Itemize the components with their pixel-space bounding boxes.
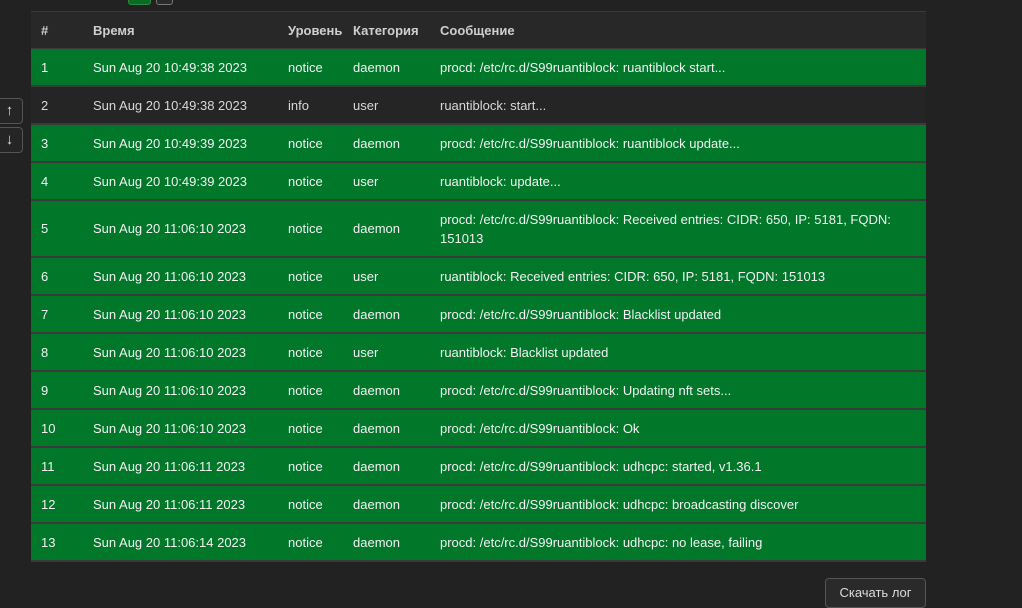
row-level: notice [288,344,323,360]
row-message: ruantiblock: Blacklist updated [440,344,609,360]
row-time: Sun Aug 20 11:06:10 2023 [93,382,247,398]
row-time: Sun Aug 20 10:49:38 2023 [93,59,247,75]
arrow-up-icon: ↑ [5,102,14,119]
table-header: # Время Уровень Категория Сообщение [31,12,926,49]
row-message: procd: /etc/rc.d/S99ruantiblock: udhcpc:… [440,496,799,512]
row-level: notice [288,135,323,151]
row-time: Sun Aug 20 11:06:10 2023 [93,306,247,322]
table-row: 4 Sun Aug 20 10:49:39 2023 notice user ruant… [31,163,926,201]
row-message: procd: /etc/rc.d/S99ruantiblock: Receive… [440,211,891,246]
row-category: user [353,173,379,189]
row-category: daemon [353,135,400,151]
row-level: notice [288,458,323,474]
row-message: procd: /etc/rc.d/S99ruantiblock: ruantib… [440,59,726,75]
row-time: Sun Aug 20 11:06:10 2023 [93,221,247,236]
row-level: notice [288,420,323,436]
table-row: 13 Sun Aug 20 11:06:14 2023 notice daemon pr… [31,524,926,562]
table-row: 3 Sun Aug 20 10:49:39 2023 notice daemon pro… [31,125,926,163]
row-level: notice [288,306,323,322]
filter-button[interactable] [156,0,173,5]
scroll-up-button[interactable]: ↑ [0,98,23,124]
row-number: 6 [41,268,49,284]
row-category: daemon [353,382,400,398]
row-number: 7 [41,306,49,322]
row-number: 5 [41,221,49,236]
row-message: procd: /etc/rc.d/S99ruantiblock: Ok [440,420,640,436]
row-number: 13 [41,534,56,550]
row-category: daemon [353,306,400,322]
row-category: user [353,344,379,360]
row-category: daemon [353,496,400,512]
table-row: 11 Sun Aug 20 11:06:11 2023 notice daemon pr… [31,448,926,486]
row-level: notice [288,268,323,284]
row-number: 12 [41,496,56,512]
row-time: Sun Aug 20 11:06:14 2023 [93,534,247,550]
row-level: notice [288,496,323,512]
arrow-down-icon: ↓ [5,131,14,148]
row-message: ruantiblock: Received entries: CIDR: 650… [440,268,826,284]
row-message: ruantiblock: update... [440,173,561,189]
table-row: 9 Sun Aug 20 11:06:10 2023 notice daemon pro… [31,372,926,410]
row-category: daemon [353,534,400,550]
table-row: 7 Sun Aug 20 11:06:10 2023 notice daemon pro… [31,296,926,334]
row-number: 1 [41,59,49,75]
row-category: daemon [353,458,400,474]
row-message: procd: /etc/rc.d/S99ruantiblock: Blackli… [440,306,722,322]
row-level: notice [288,173,323,189]
row-number: 11 [41,458,55,474]
filter-button-active[interactable] [128,0,151,5]
row-time: Sun Aug 20 11:06:11 2023 [93,496,246,512]
table-row: 10 Sun Aug 20 11:06:10 2023 notice daemon pr… [31,410,926,448]
row-time: Sun Aug 20 10:49:38 2023 [93,97,247,113]
row-level: notice [288,221,323,236]
header-category: Категория [353,22,419,38]
table-row: 5 Sun Aug 20 11:06:10 2023 notice daemon pro… [31,201,926,258]
row-time: Sun Aug 20 10:49:39 2023 [93,135,247,151]
row-time: Sun Aug 20 10:49:39 2023 [93,173,247,189]
row-category: user [353,268,379,284]
row-number: 4 [41,173,49,189]
row-level: notice [288,534,323,550]
row-number: 10 [41,420,56,436]
row-time: Sun Aug 20 11:06:11 2023 [93,458,246,474]
row-message: procd: /etc/rc.d/S99ruantiblock: udhcpc:… [440,458,762,474]
row-time: Sun Aug 20 11:06:10 2023 [93,268,247,284]
row-number: 8 [41,344,49,360]
row-number: 3 [41,135,49,151]
row-time: Sun Aug 20 11:06:10 2023 [93,420,247,436]
table-row: 6 Sun Aug 20 11:06:10 2023 notice user ruant… [31,258,926,296]
row-category: daemon [353,59,400,75]
row-level: notice [288,59,323,75]
table-row: 12 Sun Aug 20 11:06:11 2023 notice daemon pr… [31,486,926,524]
row-message: ruantiblock: start... [440,97,547,113]
table-row: 8 Sun Aug 20 11:06:10 2023 notice user ruant… [31,334,926,372]
header-time: Время [93,22,135,38]
header-number: # [41,22,49,38]
log-table: # Время Уровень Категория Сообщение 1 Sun… [31,11,926,562]
row-category: daemon [353,420,400,436]
header-message: Сообщение [440,22,515,38]
row-number: 9 [41,382,49,398]
table-row: 2 Sun Aug 20 10:49:38 2023 info user ruantib… [31,87,926,125]
row-message: procd: /etc/rc.d/S99ruantiblock: Updatin… [440,382,732,398]
row-level: info [288,97,309,113]
row-message: procd: /etc/rc.d/S99ruantiblock: udhcpc:… [440,534,763,550]
row-time: Sun Aug 20 11:06:10 2023 [93,344,247,360]
row-category: daemon [353,221,400,236]
scroll-down-button[interactable]: ↓ [0,127,23,153]
row-level: notice [288,382,323,398]
table-row: 1 Sun Aug 20 10:49:38 2023 notice daemon pro… [31,49,926,87]
row-number: 2 [41,97,49,113]
row-category: user [353,97,379,113]
header-level: Уровень [288,22,343,38]
row-message: procd: /etc/rc.d/S99ruantiblock: ruantib… [440,135,740,151]
